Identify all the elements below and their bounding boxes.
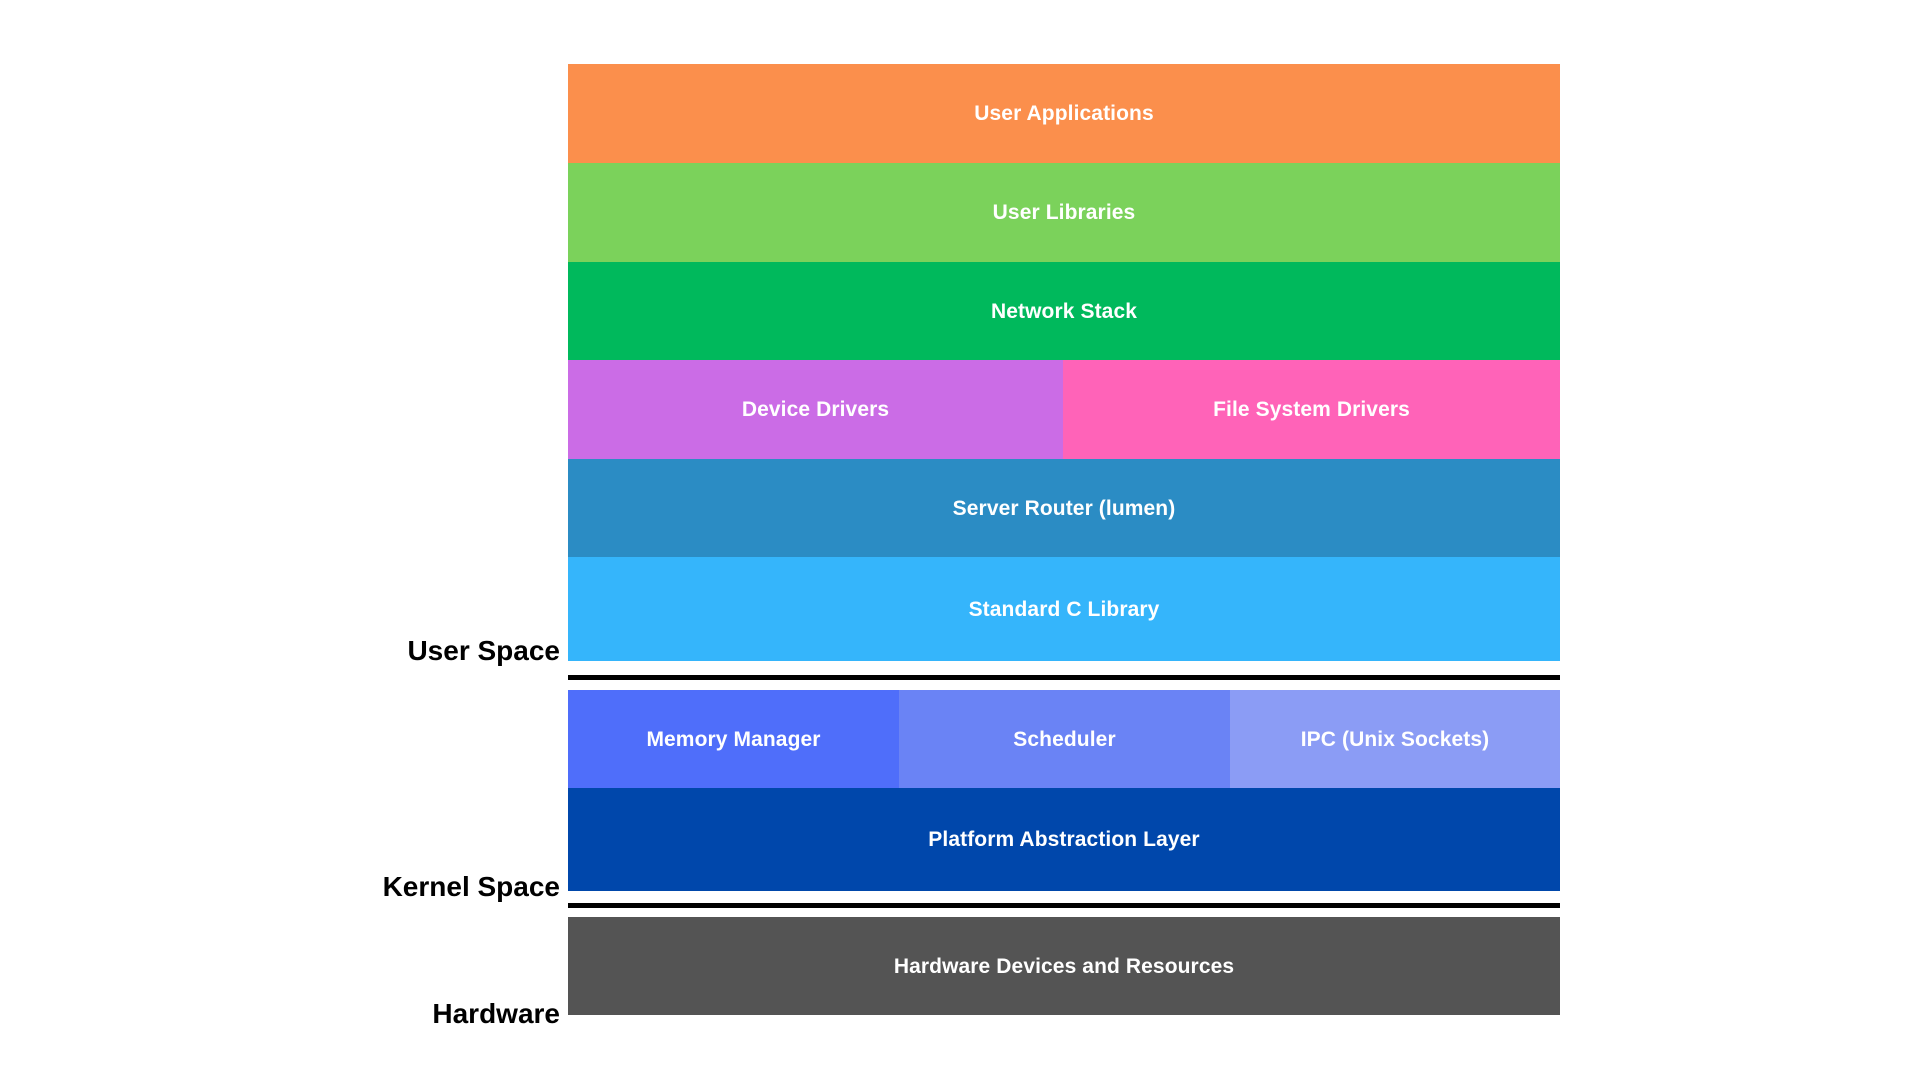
layer-block-label: Standard C Library (968, 597, 1160, 621)
layer-block-user-libraries: User Libraries (568, 163, 1560, 262)
section-label-kernel-space: Kernel Space (382, 871, 560, 902)
layer-block-label: Network Stack (990, 299, 1138, 323)
layer-block-label: Scheduler (1013, 727, 1116, 751)
layer-block-device-drivers: Device Drivers (568, 360, 1063, 459)
layer-block-file-system-drivers: File System Drivers (1063, 360, 1560, 459)
layer-block-platform-abstraction-layer: Platform Abstraction Layer (568, 788, 1560, 891)
layer-block-label: IPC (Unix Sockets) (1300, 727, 1490, 751)
layer-block-user-applications: User Applications (568, 64, 1560, 163)
divider-user-kernel-divider (568, 675, 1560, 680)
divider-kernel-hardware-divider (568, 903, 1560, 908)
layer-block-label: Memory Manager (646, 727, 821, 751)
layer-block-label: File System Drivers (1213, 398, 1410, 421)
layer-block-label: Hardware Devices and Resources (893, 954, 1235, 978)
layer-block-server-router: Server Router (lumen) (568, 459, 1560, 557)
architecture-layer-diagram: User Applications User Libraries Network S… (0, 0, 1920, 1080)
layer-block-label: Platform Abstraction Layer (928, 828, 1200, 851)
layer-block-label: User Libraries (992, 201, 1136, 224)
layer-block-standard-c-library: Standard C Library (568, 557, 1560, 661)
layer-block-memory-manager: Memory Manager (568, 690, 899, 788)
layer-block-hardware-devices-and-resources: Hardware Devices and Resources (568, 917, 1560, 1015)
layer-block-network-stack: Network Stack (568, 262, 1560, 360)
layer-block-ipc-unix-sockets: IPC (Unix Sockets) (1230, 690, 1560, 788)
layer-block-label: Server Router (lumen) (952, 496, 1176, 520)
layer-block-scheduler: Scheduler (899, 690, 1230, 788)
section-label-hardware: Hardware (432, 998, 560, 1029)
layer-block-label: User Applications (974, 102, 1154, 125)
section-label-user-space: User Space (407, 635, 560, 666)
layer-block-label: Device Drivers (741, 398, 890, 421)
